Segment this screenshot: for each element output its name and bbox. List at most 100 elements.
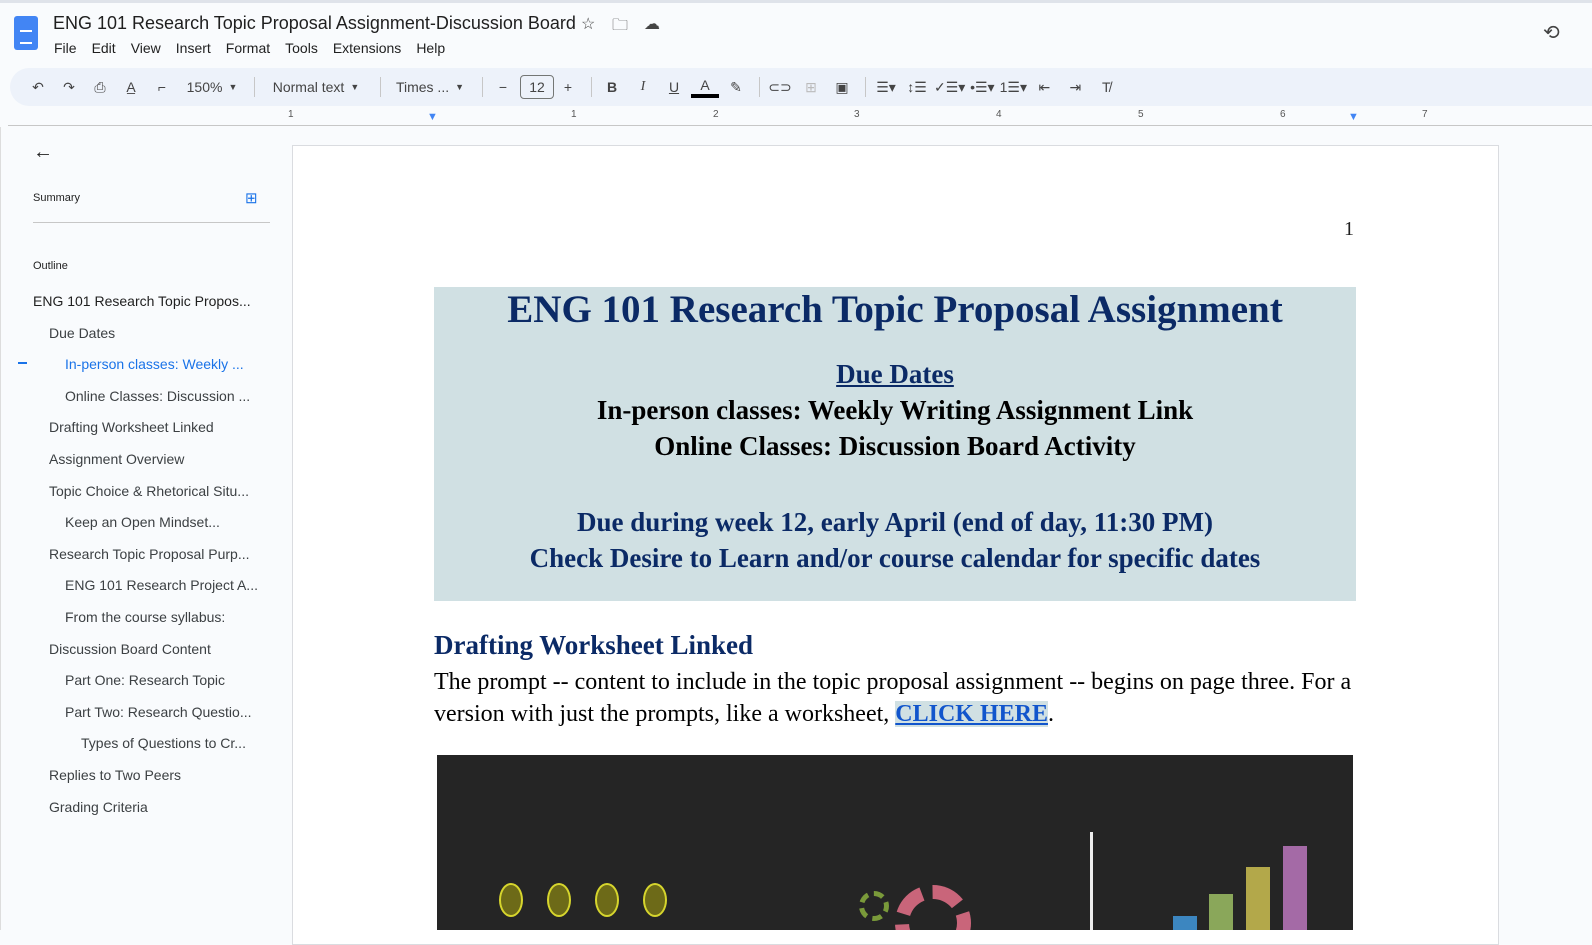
menu-help[interactable]: Help [416,40,445,56]
indent-marker-icon[interactable]: ▼ [427,111,438,123]
menu-view[interactable]: View [131,40,161,56]
cloud-saved-icon[interactable]: ☁ [644,14,660,34]
divider [865,77,866,97]
lightbulb-icon [643,883,667,917]
outline-item[interactable]: Due Dates [49,325,115,341]
chalkboard-image[interactable] [437,755,1353,930]
outline-item[interactable]: In-person classes: Weekly ... [65,356,244,372]
line-spacing-icon[interactable]: ↕☰ [903,73,931,101]
menu-file[interactable]: File [54,40,77,56]
click-here-link[interactable]: CLICK HERE [895,701,1048,727]
chevron-down-icon: ▼ [350,82,360,92]
menu-extensions[interactable]: Extensions [333,40,401,56]
menu-bar: File Edit View Insert Format Tools Exten… [54,40,460,56]
ruler-label: 4 [996,109,1002,120]
large-gear-icon [895,885,971,930]
outline-item[interactable]: Discussion Board Content [49,641,211,657]
outline-item[interactable]: Online Classes: Discussion ... [65,388,250,404]
right-indent-marker-icon[interactable]: ▼ [1348,111,1359,123]
divider [380,77,381,97]
print-icon[interactable]: ⎙ [86,73,114,101]
ruler-label: 1 [571,109,577,120]
lightbulb-icon [595,883,619,917]
outline-label: Outline [33,260,68,272]
bullet-list-icon[interactable]: •☰▾ [968,73,996,101]
document-title[interactable]: ENG 101 Research Topic Proposal Assignme… [53,13,576,34]
font-value: Times ... [395,79,450,95]
highlight-icon[interactable]: ✎ [722,73,750,101]
underline-icon[interactable]: U [660,73,688,101]
checklist-icon[interactable]: ✓☰▾ [934,73,965,101]
menu-insert[interactable]: Insert [176,40,211,56]
in-person-line: In-person classes: Weekly Writing Assign… [596,395,1194,425]
ruler-label: 2 [713,109,719,120]
small-gear-icon [859,891,889,921]
spellcheck-icon[interactable]: A̲ [117,73,145,101]
outline-item[interactable]: Part Two: Research Questio... [65,704,252,720]
clear-formatting-icon[interactable]: T̸ [1092,73,1120,101]
lightbulb-icon [547,883,571,917]
docs-logo-icon[interactable] [14,16,38,50]
divider [482,77,483,97]
numbered-list-icon[interactable]: 1☰▾ [999,73,1027,101]
outline-item[interactable]: Topic Choice & Rhetorical Situ... [49,483,249,499]
divider [254,77,255,97]
chart-bar [1209,894,1233,930]
paint-format-icon[interactable]: ⌐ [148,73,176,101]
font-select[interactable]: Times ... ▼ [387,73,473,101]
italic-icon[interactable]: I [629,73,657,101]
chart-bar [1246,867,1270,930]
add-comment-icon[interactable]: ⊞ [797,73,825,101]
menu-format[interactable]: Format [226,40,270,56]
move-folder-icon[interactable]: 🗀 [612,14,628,41]
redo-icon[interactable]: ↷ [55,73,83,101]
back-arrow-icon[interactable]: ← [33,141,53,164]
summary-label: Summary [33,192,81,204]
toolbar: ↶ ↷ ⎙ A̲ ⌐ 150% ▼ Normal text ▼ Times ... ▼… [10,68,1592,106]
bold-icon[interactable]: B [598,73,626,101]
version-history-icon[interactable]: ⟲ [1543,20,1560,45]
ruler-label: 7 [1422,109,1428,120]
zoom-select[interactable]: 150% ▼ [179,73,245,101]
insert-image-icon[interactable]: ▣ [828,73,856,101]
outline-item[interactable]: Drafting Worksheet Linked [49,419,214,435]
divider [759,77,760,97]
chevron-down-icon: ▼ [455,82,465,92]
chart-axis [1090,832,1093,930]
decrease-font-size-button[interactable]: − [489,73,517,101]
style-select[interactable]: Normal text ▼ [261,73,371,101]
outline-item[interactable]: Keep an Open Mindset... [65,514,220,530]
outline-item[interactable]: Grading Criteria [49,799,148,815]
divider [591,77,592,97]
add-summary-icon[interactable]: ⊞ [245,189,258,207]
due-dates-heading: Due Dates [836,359,954,389]
menu-edit[interactable]: Edit [92,40,116,56]
undo-icon[interactable]: ↶ [24,73,52,101]
ruler-label: 5 [1138,109,1144,120]
link-icon[interactable]: ⊂⊃ [766,73,794,101]
font-size-input[interactable]: 12 [520,75,554,99]
outline-item[interactable]: Research Topic Proposal Purp... [49,546,250,562]
ruler-label: 1 [288,109,294,120]
decrease-indent-icon[interactable]: ⇤ [1030,73,1058,101]
paragraph-text: The prompt -- content to include in the … [434,669,1352,727]
text-color-icon[interactable]: A [691,76,719,98]
increase-indent-icon[interactable]: ⇥ [1061,73,1089,101]
outline-item[interactable]: Assignment Overview [49,451,184,467]
page-number: 1 [1344,218,1354,240]
divider [33,222,270,223]
menu-tools[interactable]: Tools [285,40,318,56]
outline-item[interactable]: From the course syllabus: [65,609,225,625]
outline-sidebar: ← Summary ⊞ Outline ENG 101 Research Top… [0,127,290,930]
outline-item[interactable]: Replies to Two Peers [49,767,181,783]
increase-font-size-button[interactable]: + [554,73,582,101]
outline-item[interactable]: Part One: Research Topic [65,672,225,688]
align-icon[interactable]: ☰▾ [872,73,900,101]
outline-item[interactable]: ENG 101 Research Project A... [65,577,258,593]
ruler[interactable]: 1 ▼ 1 2 3 4 5 6 ▼ 7 [8,108,1592,126]
window-top-border [0,0,1592,3]
outline-item[interactable]: ENG 101 Research Topic Propos... [33,293,251,309]
chevron-down-icon: ▼ [228,82,238,92]
outline-item[interactable]: Types of Questions to Cr... [81,735,246,751]
star-icon[interactable]: ☆ [581,14,595,34]
